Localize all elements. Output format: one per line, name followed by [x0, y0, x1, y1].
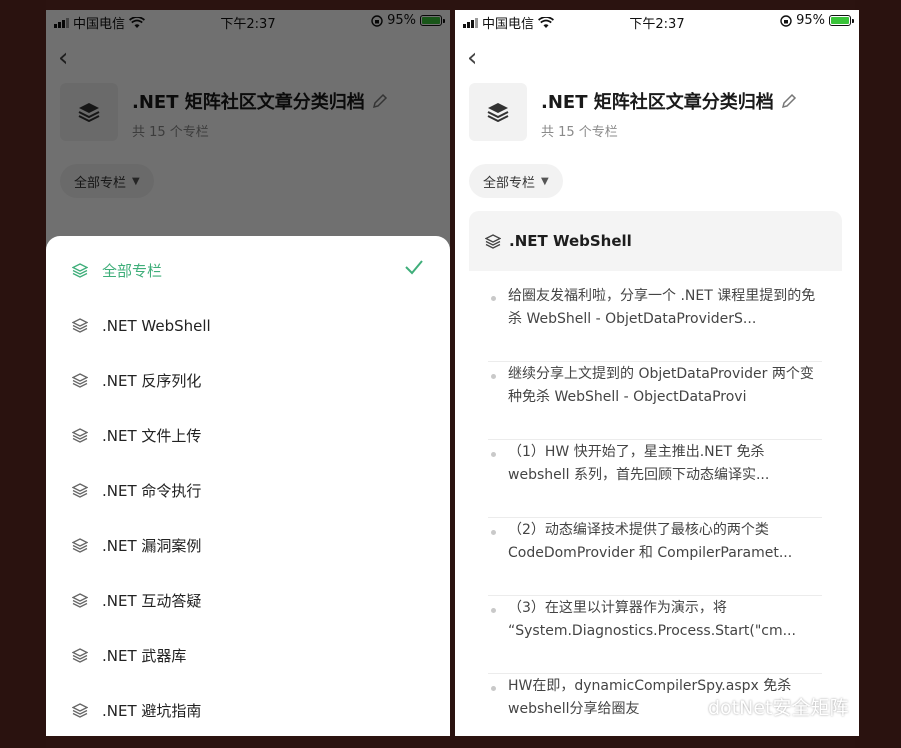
archive-avatar — [469, 83, 527, 141]
article-item[interactable]: （3）在这里以计算器作为演示，将 “System.Diagnostics.Pro… — [488, 596, 822, 674]
layers-icon — [72, 318, 88, 333]
sheet-item-label: .NET 武器库 — [102, 647, 187, 665]
bullet-dot — [491, 374, 496, 379]
layers-icon — [72, 428, 88, 443]
article-item[interactable]: 给圈友发福利啦，分享一个 .NET 课程里提到的免杀 WebShell - Ob… — [488, 284, 822, 362]
sheet-item-label: .NET 文件上传 — [102, 427, 202, 445]
page-title: .NET 矩阵社区文章分类归档 — [541, 88, 798, 114]
background-right — [855, 0, 901, 748]
article-title: （2）动态编译技术提供了最核心的两个类 CodeDomProvider 和 Co… — [508, 522, 793, 561]
filter-label: 全部专栏 — [483, 175, 536, 191]
battery-icon — [829, 15, 854, 26]
bullet-dot — [491, 608, 496, 613]
column-section: .NET WebShell 给圈友发福利啦，分享一个 .NET 课程里提到的免杀… — [469, 211, 842, 736]
layers-icon — [72, 483, 88, 498]
sheet-item-all[interactable]: 全部专栏 — [46, 243, 450, 298]
sheet-item-label: .NET 漏洞案例 — [102, 537, 202, 555]
sheet-item-qa[interactable]: .NET 互动答疑 — [46, 573, 450, 628]
filter-dropdown[interactable]: 全部专栏 ▼ — [469, 164, 563, 198]
section-title: .NET WebShell — [509, 232, 632, 250]
sheet-item-label: .NET 反序列化 — [102, 372, 202, 390]
phone-screen-left: 中国电信 下午2:37 95% ‹ .NET 矩阵社区文章分类归档 共 15 个… — [46, 10, 450, 736]
column-picker-sheet: 全部专栏 .NET WebShell .NET 反序列化 .NET 文件上传 .… — [46, 236, 450, 736]
phone-screen-right: 中国电信 下午2:37 95% ‹ .NET 矩阵社区文章分类归档 共 15 个… — [455, 10, 859, 736]
article-title: 继续分享上文提到的 ObjetDataProvider 两个变种免杀 WebSh… — [508, 366, 814, 405]
watermark: dotNet安全矩阵 — [672, 693, 849, 720]
article-title: （3）在这里以计算器作为演示，将 “System.Diagnostics.Pro… — [508, 600, 796, 639]
column-count: 共 15 个专栏 — [541, 125, 618, 140]
sheet-item-label: 全部专栏 — [102, 262, 163, 280]
background-left — [0, 0, 46, 748]
article-item[interactable]: 继续分享上文提到的 ObjetDataProvider 两个变种免杀 WebSh… — [488, 362, 822, 440]
check-icon — [405, 260, 423, 275]
sheet-item-vuln-cases[interactable]: .NET 漏洞案例 — [46, 518, 450, 573]
lock-rotation-icon — [780, 14, 792, 27]
section-header[interactable]: .NET WebShell — [469, 211, 842, 271]
article-title: （1）HW 快开始了，星主推出.NET 免杀 webshell 系列，首先回顾下… — [508, 444, 770, 483]
layers-icon — [485, 233, 501, 249]
layers-icon — [72, 648, 88, 663]
sheet-item-pitfalls[interactable]: .NET 避坑指南 — [46, 683, 450, 736]
sheet-item-webshell[interactable]: .NET WebShell — [46, 298, 450, 353]
layers-icon — [487, 103, 509, 122]
sheet-item-arsenal[interactable]: .NET 武器库 — [46, 628, 450, 683]
sheet-item-label: .NET WebShell — [102, 316, 211, 335]
layers-icon — [72, 703, 88, 718]
sheet-item-label: .NET 互动答疑 — [102, 592, 202, 610]
edit-icon[interactable] — [780, 92, 798, 110]
article-item[interactable]: （2）动态编译技术提供了最核心的两个类 CodeDomProvider 和 Co… — [488, 518, 822, 596]
caret-down-icon: ▼ — [541, 175, 549, 187]
watermark-text: dotNet安全矩阵 — [708, 697, 849, 719]
bullet-dot — [491, 452, 496, 457]
bullet-dot — [491, 686, 496, 691]
layers-icon — [72, 373, 88, 388]
article-item[interactable]: （1）HW 快开始了，星主推出.NET 免杀 webshell 系列，首先回顾下… — [488, 440, 822, 518]
layers-icon — [72, 263, 88, 278]
battery-percent: 95% — [796, 13, 825, 28]
sheet-item-file-upload[interactable]: .NET 文件上传 — [46, 408, 450, 463]
bullet-dot — [491, 530, 496, 535]
sheet-item-command-exec[interactable]: .NET 命令执行 — [46, 463, 450, 518]
page-title-text: .NET 矩阵社区文章分类归档 — [541, 92, 774, 113]
sheet-item-label: .NET 命令执行 — [102, 482, 202, 500]
bullet-dot — [491, 296, 496, 301]
back-icon[interactable]: ‹ — [467, 45, 487, 72]
layers-icon — [72, 538, 88, 553]
article-title: 给圈友发福利啦，分享一个 .NET 课程里提到的免杀 WebShell - Ob… — [508, 288, 816, 327]
sheet-item-label: .NET 避坑指南 — [102, 702, 202, 720]
layers-icon — [72, 593, 88, 608]
wechat-icon — [672, 695, 701, 717]
status-bar: 中国电信 下午2:37 95% — [455, 10, 859, 32]
sheet-item-deserialization[interactable]: .NET 反序列化 — [46, 353, 450, 408]
